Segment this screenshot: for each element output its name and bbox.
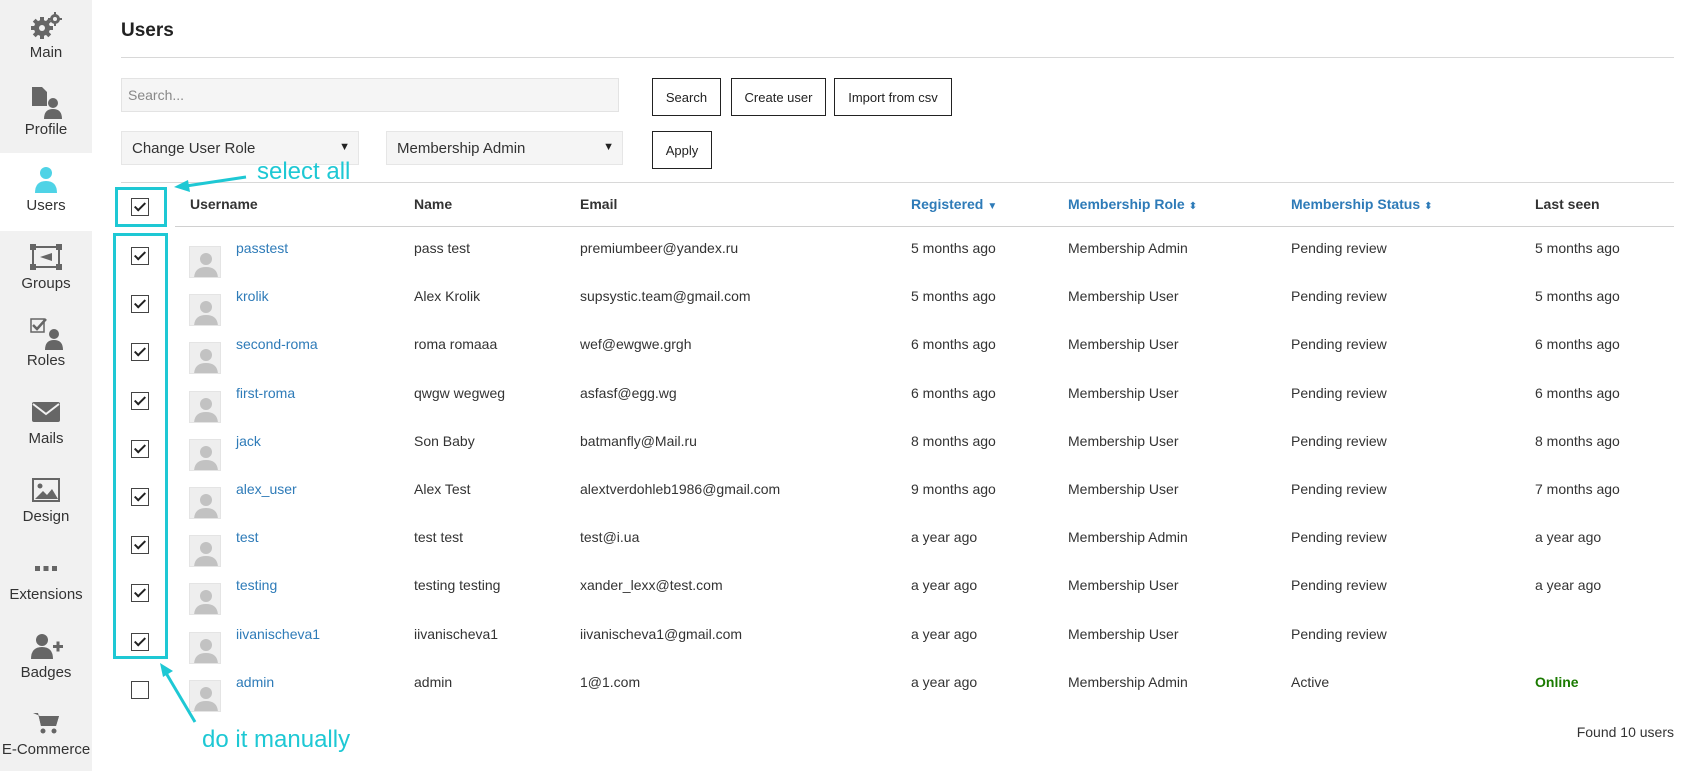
annotation-select-all: select all (257, 158, 351, 185)
app: Main Profile Users Groups Roles Mails De… (0, 0, 1698, 771)
annotation-manual: do it manually (202, 726, 351, 753)
annotation-arrows (160, 175, 247, 723)
